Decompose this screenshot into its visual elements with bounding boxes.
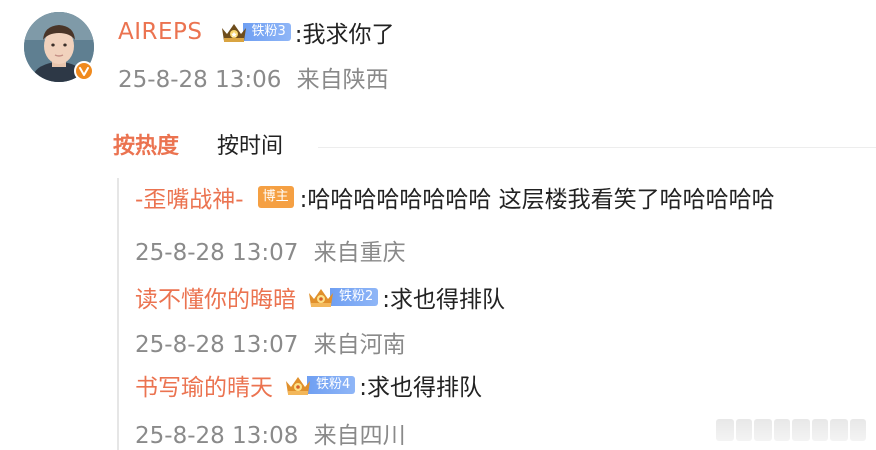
- comment-time: 25-8-28 13:06: [118, 67, 282, 93]
- reply-location: 来自四川: [313, 423, 406, 449]
- reply-item: 书写瑜的晴天 铁粉4 :求也得排队: [135, 369, 482, 401]
- reply-username[interactable]: 读不懂你的晦暗: [135, 280, 296, 314]
- comment-location: 来自陕西: [296, 67, 389, 93]
- watermark-block: [830, 419, 848, 441]
- reply-item: -歪嘴战神- 博主 :哈哈哈哈哈哈哈哈 这层楼我看笑了哈哈哈哈哈: [135, 181, 775, 213]
- fan-badge-label: 铁粉3: [242, 23, 291, 41]
- author-badge: 博主: [257, 186, 294, 208]
- watermark-block: [812, 419, 828, 441]
- main-comment-username[interactable]: AIREPS: [118, 19, 203, 45]
- reply-time: 25-8-28 13:07: [135, 240, 299, 266]
- reply-item: 读不懂你的晦暗 铁粉2 :求也得排队: [135, 281, 505, 313]
- crown-icon: [221, 24, 246, 42]
- reply-text: :哈哈哈哈哈哈哈哈 这层楼我看笑了哈哈哈哈哈: [299, 187, 775, 213]
- reply-location: 来自重庆: [313, 240, 406, 266]
- fan-badge-label: 铁粉2: [330, 288, 379, 306]
- fan-badge[interactable]: 铁粉2: [306, 285, 379, 309]
- watermark-block: [736, 419, 752, 441]
- sort-tabs: 按热度 按时间: [113, 128, 283, 160]
- watermark-block: [850, 419, 866, 441]
- crown-icon: [309, 289, 333, 307]
- main-comment-meta: 25-8-28 13:06 来自陕西: [118, 60, 389, 94]
- tab-sort-by-hot[interactable]: 按热度: [113, 128, 179, 160]
- fan-badge[interactable]: 铁粉3: [219, 20, 291, 44]
- reply-username[interactable]: 书写瑜的晴天: [135, 368, 273, 402]
- watermark: [716, 418, 866, 442]
- verified-badge-icon: [74, 61, 94, 81]
- reply-username[interactable]: -歪嘴战神-: [135, 180, 244, 214]
- reply-meta: 25-8-28 13:07 来自河南: [135, 325, 406, 359]
- divider: [318, 147, 876, 148]
- tab-sort-by-time[interactable]: 按时间: [217, 128, 283, 160]
- reply-time: 25-8-28 13:08: [135, 423, 299, 449]
- main-comment-line: AIREPS 铁粉3 :我求你了: [118, 15, 395, 49]
- reply-meta: 25-8-28 13:07 来自重庆: [135, 233, 406, 267]
- reply-list: -歪嘴战神- 博主 :哈哈哈哈哈哈哈哈 这层楼我看笑了哈哈哈哈哈 25-8-28…: [117, 178, 876, 450]
- crown-icon: [286, 377, 310, 395]
- watermark-block: [754, 419, 772, 441]
- reply-meta: 25-8-28 13:08 来自四川: [135, 416, 406, 450]
- reply-time: 25-8-28 13:07: [135, 332, 299, 358]
- comment-page: AIREPS 铁粉3 :我求你了 25-8-28 13:06 来自陕西 按热度 …: [0, 0, 876, 450]
- main-comment-text: :我求你了: [294, 22, 395, 48]
- watermark-block: [716, 419, 734, 441]
- watermark-block: [792, 419, 810, 441]
- watermark-block: [774, 419, 790, 441]
- reply-location: 来自河南: [313, 332, 406, 358]
- fan-badge[interactable]: 铁粉4: [283, 373, 356, 397]
- reply-text: :求也得排队: [359, 375, 483, 401]
- reply-text: :求也得排队: [382, 287, 506, 313]
- fan-badge-label: 铁粉4: [307, 376, 356, 394]
